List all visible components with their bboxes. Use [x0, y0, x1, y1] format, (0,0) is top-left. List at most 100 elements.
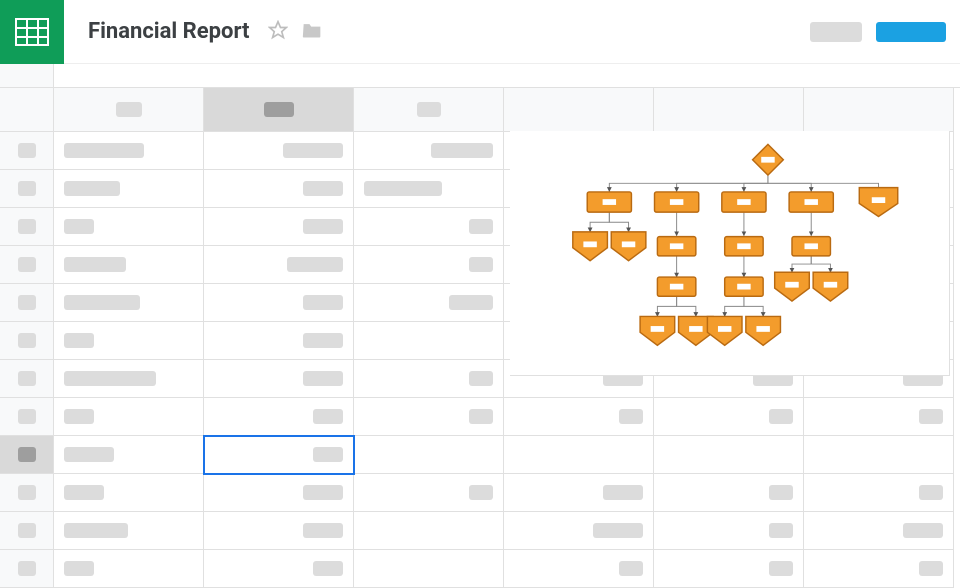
cell[interactable] [54, 398, 204, 436]
column-header[interactable] [204, 88, 354, 132]
cell[interactable] [354, 208, 504, 246]
cell[interactable] [804, 474, 954, 512]
cell[interactable] [354, 474, 504, 512]
folder-icon[interactable] [302, 21, 322, 43]
cell[interactable] [204, 284, 354, 322]
cell[interactable] [354, 284, 504, 322]
cell[interactable] [54, 208, 204, 246]
cell[interactable] [54, 436, 204, 474]
row-header[interactable] [0, 284, 54, 322]
row-header[interactable] [0, 398, 54, 436]
row-header[interactable] [0, 246, 54, 284]
cell[interactable] [204, 398, 354, 436]
cell[interactable] [804, 398, 954, 436]
cell[interactable] [204, 170, 354, 208]
cell[interactable] [504, 512, 654, 550]
cell-value-placeholder [64, 485, 104, 500]
cell[interactable] [354, 246, 504, 284]
cell[interactable] [204, 550, 354, 588]
cell[interactable] [354, 322, 504, 360]
cell-value-placeholder [303, 485, 343, 500]
cell[interactable] [504, 474, 654, 512]
cell-value-placeholder [64, 219, 94, 234]
column-label-placeholder [116, 102, 142, 117]
cell-value-placeholder [469, 257, 493, 272]
cell[interactable] [54, 474, 204, 512]
name-box[interactable] [0, 64, 54, 87]
cell[interactable] [54, 322, 204, 360]
cell[interactable] [204, 208, 354, 246]
cell[interactable] [54, 246, 204, 284]
row-header[interactable] [0, 474, 54, 512]
cell-value-placeholder [469, 219, 493, 234]
row-header[interactable] [0, 208, 54, 246]
share-button[interactable] [876, 22, 946, 42]
row-label-placeholder [18, 181, 36, 196]
star-icon[interactable] [268, 20, 288, 44]
row-header[interactable] [0, 132, 54, 170]
cell[interactable] [504, 398, 654, 436]
cell-value-placeholder [303, 523, 343, 538]
cell[interactable] [654, 436, 804, 474]
column-header[interactable] [804, 88, 954, 132]
cell[interactable] [204, 512, 354, 550]
cell-value-placeholder [903, 523, 943, 538]
cell[interactable] [354, 436, 504, 474]
cell[interactable] [204, 436, 354, 474]
row-header[interactable] [0, 512, 54, 550]
cell[interactable] [354, 132, 504, 170]
cell-value-placeholder [619, 561, 643, 576]
spreadsheet-grid-icon [15, 18, 49, 46]
cell[interactable] [354, 550, 504, 588]
cell[interactable] [204, 246, 354, 284]
cell[interactable] [54, 360, 204, 398]
cell[interactable] [54, 284, 204, 322]
cell-value-placeholder [283, 143, 343, 158]
cell[interactable] [354, 398, 504, 436]
cell[interactable] [504, 436, 654, 474]
cell[interactable] [654, 550, 804, 588]
cell[interactable] [504, 550, 654, 588]
flowchart-svg [518, 139, 941, 367]
cell[interactable] [204, 474, 354, 512]
cell[interactable] [804, 550, 954, 588]
cell-value-placeholder [769, 485, 793, 500]
cell-value-placeholder [64, 523, 128, 538]
row-header[interactable] [0, 436, 54, 474]
cell[interactable] [54, 512, 204, 550]
cell[interactable] [354, 512, 504, 550]
cell[interactable] [204, 132, 354, 170]
cell-value-placeholder [313, 447, 343, 462]
row-header[interactable] [0, 322, 54, 360]
cell-value-placeholder [303, 333, 343, 348]
cell[interactable] [354, 170, 504, 208]
cell-value-placeholder [313, 561, 343, 576]
cell[interactable] [654, 474, 804, 512]
cell[interactable] [54, 170, 204, 208]
cell[interactable] [654, 512, 804, 550]
row-header[interactable] [0, 360, 54, 398]
column-header[interactable] [504, 88, 654, 132]
column-header[interactable] [54, 88, 204, 132]
cell[interactable] [54, 132, 204, 170]
cell[interactable] [354, 360, 504, 398]
header-action-button-1[interactable] [810, 22, 862, 42]
embedded-flowchart[interactable] [510, 131, 950, 376]
column-header[interactable] [654, 88, 804, 132]
sheets-app-icon[interactable] [0, 0, 64, 64]
row-header[interactable] [0, 550, 54, 588]
cell[interactable] [204, 322, 354, 360]
cell[interactable] [204, 360, 354, 398]
select-all-corner[interactable] [0, 88, 54, 132]
header: Financial Report [0, 0, 960, 64]
row-label-placeholder [18, 295, 36, 310]
cell[interactable] [804, 512, 954, 550]
document-title[interactable]: Financial Report [88, 19, 250, 44]
row-header[interactable] [0, 170, 54, 208]
cell-value-placeholder [303, 181, 343, 196]
formula-input[interactable] [54, 64, 960, 87]
column-header[interactable] [354, 88, 504, 132]
cell[interactable] [54, 550, 204, 588]
cell[interactable] [804, 436, 954, 474]
cell[interactable] [654, 398, 804, 436]
